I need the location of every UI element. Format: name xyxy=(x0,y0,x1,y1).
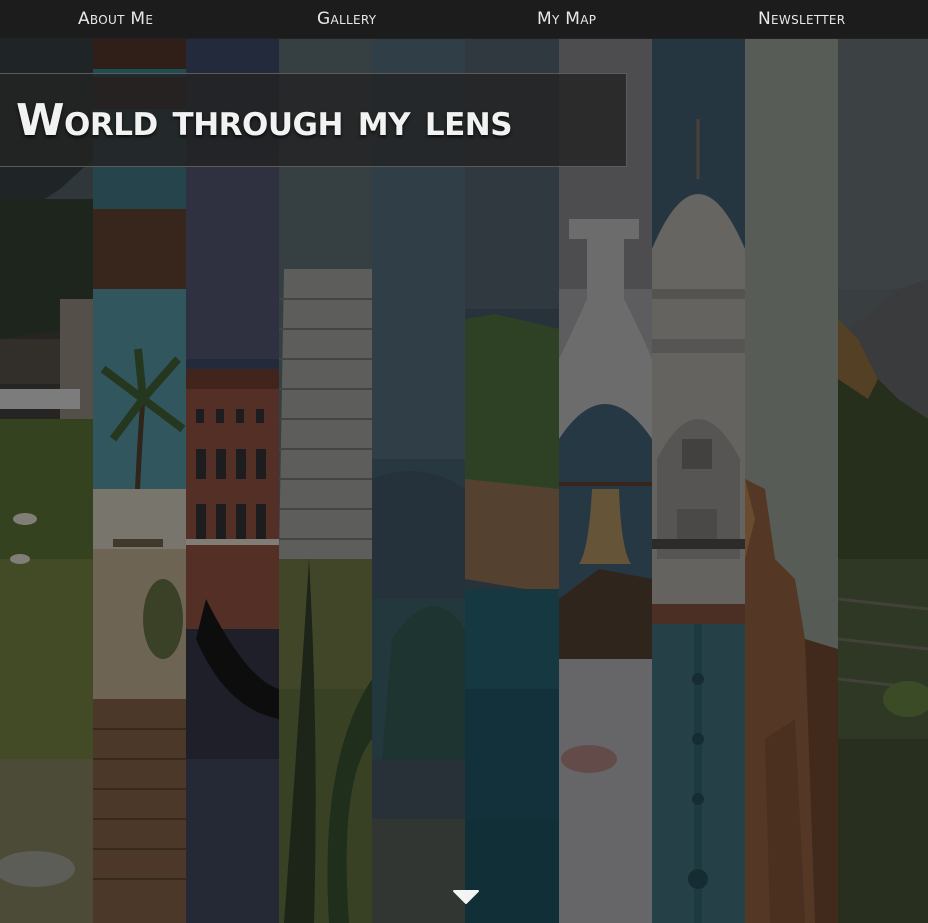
nav-item-gallery[interactable]: Gallery xyxy=(317,9,376,29)
photo-strip-misty-lake[interactable] xyxy=(372,39,465,923)
page-title: World through my lens xyxy=(16,94,513,146)
photo-strip-coastal-cliff[interactable] xyxy=(465,39,559,923)
photo-strip-machu-picchu[interactable] xyxy=(838,39,928,923)
photo-strip-collage xyxy=(0,39,928,923)
top-navigation: About Me Gallery My Map Newsletter xyxy=(0,0,928,39)
photo-strip-farm[interactable] xyxy=(0,39,93,923)
hero-title-banner: World through my lens xyxy=(0,73,627,167)
photo-strip-church-bell[interactable] xyxy=(559,39,652,923)
photo-strip-taj-mahal[interactable] xyxy=(652,39,745,923)
caret-down-icon[interactable] xyxy=(452,889,480,905)
nav-item-about-me[interactable]: About Me xyxy=(78,9,153,29)
nav-item-my-map[interactable]: My Map xyxy=(537,9,596,29)
photo-strip-palm-beach[interactable] xyxy=(93,39,186,923)
nav-item-newsletter[interactable]: Newsletter xyxy=(758,9,845,29)
photo-strip-red-rock[interactable] xyxy=(745,39,838,923)
photo-strip-pyramid[interactable] xyxy=(279,39,372,923)
page: About Me Gallery My Map Newsletter World… xyxy=(0,0,928,923)
photo-strip-venice[interactable] xyxy=(186,39,279,923)
